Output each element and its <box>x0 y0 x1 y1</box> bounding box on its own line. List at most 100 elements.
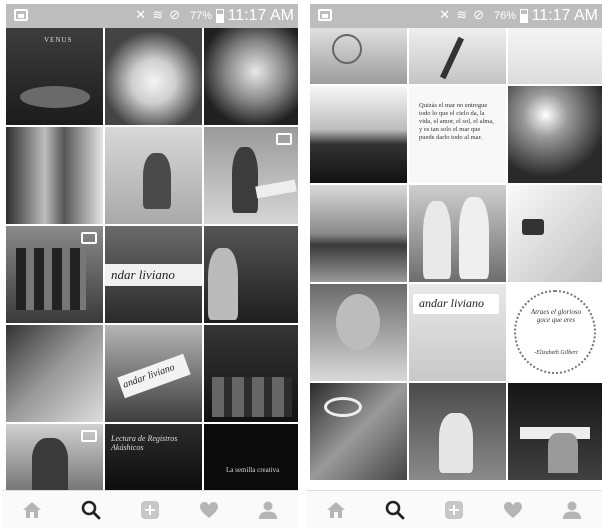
bottom-nav <box>2 490 298 528</box>
status-bar: ✕ ≋ ⊘ 77% 11:17 AM <box>6 4 298 28</box>
nav-add-post[interactable] <box>132 495 168 525</box>
grid-tile[interactable] <box>508 28 602 84</box>
nav-profile[interactable] <box>250 495 286 525</box>
tile-figure <box>514 290 596 374</box>
dnd-icon: ⊘ <box>473 7 484 22</box>
add-post-icon <box>444 500 463 519</box>
tile-sign <box>255 179 297 199</box>
image-icon <box>318 9 332 21</box>
grid-tile[interactable] <box>6 325 103 422</box>
tile-caption: Quizás el mar no entregue todo lo que el… <box>419 102 494 141</box>
grid-tile[interactable] <box>204 28 298 125</box>
video-icon <box>81 232 97 244</box>
grid-tile[interactable] <box>508 383 602 480</box>
grid-tile[interactable] <box>6 424 103 490</box>
tile-figure <box>324 397 362 417</box>
grid-tile[interactable] <box>409 383 506 480</box>
status-bar: ✕ ≋ ⊘ 76% 11:17 AM <box>310 4 602 28</box>
grid-tile[interactable] <box>310 284 407 381</box>
home-icon <box>326 501 345 518</box>
tile-caption: Lectura de Registros Akáshicos <box>111 434 178 452</box>
wifi-icon: ≋ <box>152 7 164 22</box>
grid-tile[interactable] <box>310 86 407 183</box>
nav-search[interactable] <box>377 495 413 525</box>
tile-figure <box>522 219 544 235</box>
clock: 11:17 AM <box>227 7 294 24</box>
battery-percent: 76% <box>493 10 516 22</box>
image-icon <box>14 9 28 21</box>
grid-tile[interactable]: Quizás el mar no entregue todo lo que el… <box>409 86 506 183</box>
nav-home[interactable] <box>14 495 50 525</box>
battery-icon <box>216 9 224 23</box>
home-icon <box>22 501 41 518</box>
explore-grid: Quizás el mar no entregue todo lo que el… <box>310 28 602 490</box>
tile-figure <box>20 86 90 108</box>
tile-figure <box>232 147 258 213</box>
nav-activity[interactable] <box>191 495 227 525</box>
tile-figure <box>332 34 362 64</box>
screenshot-root: ✕ ≋ ⊘ 77% 11:17 AM VENUS ndar liviano an… <box>0 0 602 528</box>
status-icons: ✕ ≋ ⊘ <box>439 7 484 23</box>
grid-tile[interactable] <box>310 185 407 282</box>
grid-tile[interactable] <box>204 325 298 422</box>
tile-figure <box>439 413 473 473</box>
grid-tile[interactable]: Lectura de Registros Akáshicos <box>105 424 202 490</box>
nav-search[interactable] <box>73 495 109 525</box>
profile-icon <box>259 501 278 519</box>
tile-caption: ndar liviano <box>105 264 202 286</box>
tile-figure <box>16 248 86 310</box>
tile-figure <box>212 377 292 417</box>
grid-tile[interactable] <box>204 127 298 224</box>
grid-tile[interactable]: VENUS <box>6 28 103 125</box>
dnd-icon: ⊘ <box>169 7 180 22</box>
grid-tile[interactable] <box>204 226 298 323</box>
grid-tile[interactable]: Atraes el glorioso goce que eres -Elizab… <box>508 284 602 381</box>
grid-tile[interactable]: ndar liviano <box>105 226 202 323</box>
grid-tile[interactable]: andar liviano <box>105 325 202 422</box>
tile-caption: La semilla creativa <box>226 466 280 474</box>
profile-icon <box>563 501 582 519</box>
tile-figure <box>548 433 578 473</box>
grid-tile[interactable] <box>508 86 602 183</box>
status-icons: ✕ ≋ ⊘ <box>135 7 180 23</box>
grid-tile[interactable] <box>6 226 103 323</box>
grid-tile[interactable] <box>508 185 602 282</box>
tile-figure <box>336 294 380 350</box>
grid-tile[interactable] <box>310 28 407 84</box>
tile-caption-author: -Elizabeth Gilbert <box>534 350 578 356</box>
heart-icon <box>504 501 523 518</box>
tile-figure <box>439 36 465 80</box>
grid-tile[interactable] <box>409 28 506 84</box>
tile-caption: Atraes el glorioso goce que eres <box>530 308 582 324</box>
video-icon <box>276 133 292 145</box>
battery-percent: 77% <box>189 10 212 22</box>
grid-tile[interactable] <box>105 28 202 125</box>
tile-figure <box>423 201 451 279</box>
tile-figure <box>32 438 68 490</box>
tile-figure <box>208 248 238 320</box>
tile-figure <box>459 197 489 279</box>
nav-add-post[interactable] <box>436 495 472 525</box>
grid-tile[interactable]: La semilla creativa <box>204 424 298 490</box>
grid-tile[interactable] <box>105 127 202 224</box>
battery-icon <box>520 9 528 23</box>
wifi-icon: ≋ <box>456 7 468 22</box>
nav-home[interactable] <box>318 495 354 525</box>
search-icon <box>81 500 101 519</box>
phone-screen-right: ✕ ≋ ⊘ 76% 11:17 AM Quizás el mar no entr… <box>306 0 602 528</box>
mute-icon: ✕ <box>135 7 147 22</box>
grid-tile[interactable] <box>409 185 506 282</box>
grid-tile[interactable]: andar liviano <box>409 284 506 381</box>
phone-screen-left: ✕ ≋ ⊘ 77% 11:17 AM VENUS ndar liviano an… <box>2 0 298 528</box>
explore-grid: VENUS ndar liviano andar liviano Lectura… <box>6 28 298 490</box>
nav-profile[interactable] <box>554 495 590 525</box>
video-icon <box>81 430 97 442</box>
mute-icon: ✕ <box>439 7 451 22</box>
grid-tile[interactable] <box>310 383 407 480</box>
heart-icon <box>200 501 219 518</box>
tile-title: VENUS <box>44 36 73 44</box>
add-post-icon <box>140 500 159 519</box>
nav-activity[interactable] <box>495 495 531 525</box>
bottom-nav <box>306 490 602 528</box>
grid-tile[interactable] <box>6 127 103 224</box>
